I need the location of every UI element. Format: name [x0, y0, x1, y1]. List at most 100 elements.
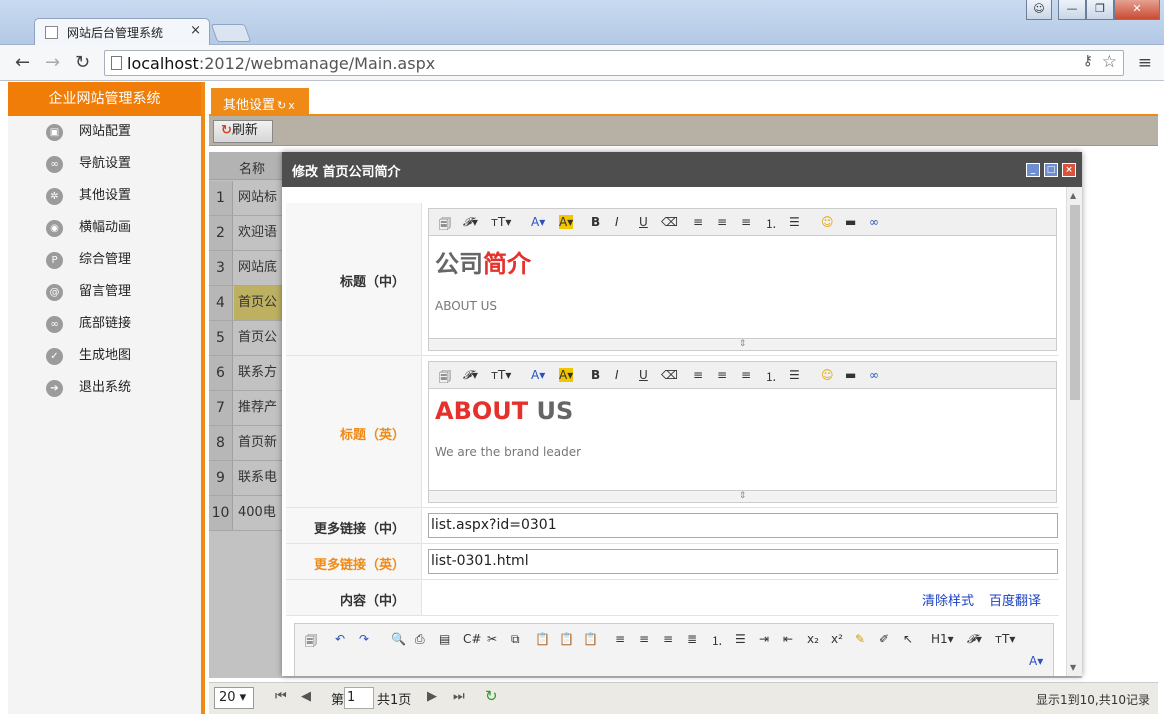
source-icon[interactable]: 🗐	[305, 632, 317, 653]
pointer-icon[interactable]: ↖	[903, 632, 913, 646]
sidebar-item-general[interactable]: P 综合管理	[8, 244, 201, 276]
ordered-list-icon[interactable]: ⒈	[711, 632, 723, 649]
browser-tab[interactable]: 网站后台管理系统 ×	[34, 18, 210, 45]
italic-icon[interactable]: I	[615, 368, 619, 382]
preview-icon[interactable]: 🔍	[391, 632, 406, 646]
align-right-icon[interactable]: ≡	[741, 368, 751, 382]
editor-resize-handle[interactable]: ⇕	[429, 490, 1056, 502]
page-number-input[interactable]: 1	[344, 687, 374, 709]
clear-format-icon[interactable]: ✎	[855, 632, 865, 646]
indent-icon[interactable]: ⇥	[759, 632, 769, 646]
font-size-icon[interactable]: ᴛT▾	[491, 215, 511, 229]
sidebar-item-other-settings[interactable]: ✲ 其他设置	[8, 180, 201, 212]
eraser-icon[interactable]: ⌫	[661, 215, 678, 229]
print-icon[interactable]: ⎙	[415, 632, 425, 647]
back-arrow-icon[interactable]: ←	[15, 52, 30, 73]
highlight-icon[interactable]: A▾	[559, 368, 574, 382]
tab-other-settings[interactable]: 其他设置 ↻ x	[211, 88, 309, 116]
editor-resize-handle[interactable]: ⇕	[429, 338, 1056, 350]
align-left-icon[interactable]: ≡	[615, 632, 625, 646]
sidebar-item-sitemap[interactable]: ✓ 生成地图	[8, 340, 201, 372]
emoticon-icon[interactable]: ☺	[821, 368, 834, 382]
font-color-icon[interactable]: A▾	[531, 368, 545, 382]
copy-icon[interactable]: ⧉	[511, 632, 520, 647]
minimize-button[interactable]: —	[1058, 0, 1086, 20]
font-color-icon[interactable]: A▾	[1029, 654, 1043, 668]
align-left-icon[interactable]: ≡	[693, 368, 703, 382]
eraser-icon[interactable]: ⌫	[661, 368, 678, 382]
ordered-list-icon[interactable]: ⒈	[765, 368, 777, 385]
forward-arrow-icon[interactable]: →	[45, 52, 60, 73]
sidebar-item-site-config[interactable]: ▣ 网站配置	[8, 116, 201, 148]
sidebar-item-logout[interactable]: ➔ 退出系统	[8, 372, 201, 404]
title-cn-editor[interactable]: 🗐 𝓕▾ ᴛT▾ A▾ A▾ B I U ⌫ ≡ ≡ ≡ ⒈ ☰ ☺ ▬ ∞ 公…	[428, 208, 1057, 351]
dialog-close-button[interactable]: ×	[1062, 163, 1076, 177]
unordered-list-icon[interactable]: ☰	[735, 632, 746, 646]
more-cn-input[interactable]: list.aspx?id=0301	[428, 513, 1058, 538]
dialog-scrollbar[interactable]: ▲ ▼	[1066, 187, 1082, 676]
subscript-icon[interactable]: x₂	[807, 632, 819, 646]
underline-icon[interactable]: U	[639, 215, 648, 229]
close-tab-icon[interactable]: ×	[190, 23, 201, 38]
scroll-up-icon[interactable]: ▲	[1070, 191, 1076, 200]
menu-icon[interactable]: ≡	[1138, 53, 1152, 73]
font-family-icon[interactable]: 𝓕▾	[463, 368, 478, 383]
paste-word-icon[interactable]: 📋	[583, 632, 598, 646]
heading-icon[interactable]: H1▾	[931, 632, 954, 646]
close-tab-icon[interactable]: x	[288, 99, 295, 112]
clear-style-link[interactable]: 清除样式	[922, 590, 974, 609]
user-icon[interactable]: ☺	[1026, 0, 1052, 20]
baidu-translate-link[interactable]: 百度翻译	[989, 590, 1041, 609]
align-right-icon[interactable]: ≡	[663, 632, 673, 646]
editor-content[interactable]: 公司简介 ABOUT US	[429, 236, 1056, 338]
sidebar-item-nav-settings[interactable]: ∞ 导航设置	[8, 148, 201, 180]
last-page-icon[interactable]: ⏭	[453, 689, 465, 704]
close-window-button[interactable]: ✕	[1114, 0, 1160, 20]
code-icon[interactable]: C#	[463, 632, 481, 646]
align-right-icon[interactable]: ≡	[741, 215, 751, 229]
paste-text-icon[interactable]: 📋	[559, 632, 574, 646]
sidebar-item-banner[interactable]: ◉ 横幅动画	[8, 212, 201, 244]
font-size-icon[interactable]: ᴛT▾	[491, 368, 511, 382]
italic-icon[interactable]: I	[615, 215, 619, 229]
unordered-list-icon[interactable]: ☰	[789, 215, 800, 229]
image-icon[interactable]: ▬	[845, 215, 856, 229]
reload-grid-icon[interactable]: ↻	[485, 687, 498, 705]
refresh-tab-icon[interactable]: ↻	[277, 99, 286, 112]
underline-icon[interactable]: U	[639, 368, 648, 382]
undo-icon[interactable]: ↶	[335, 632, 345, 646]
refresh-button[interactable]: ↻刷新	[213, 120, 273, 143]
reload-icon[interactable]: ↻	[75, 52, 90, 73]
unordered-list-icon[interactable]: ☰	[789, 368, 800, 382]
prev-page-icon[interactable]: ◀	[301, 689, 311, 704]
scrollbar-thumb[interactable]	[1070, 205, 1080, 400]
more-en-input[interactable]: list-0301.html	[428, 549, 1058, 574]
title-en-editor[interactable]: 🗐 𝓕▾ ᴛT▾ A▾ A▾ B I U ⌫ ≡ ≡ ≡ ⒈ ☰ ☺ ▬ ∞ A…	[428, 361, 1057, 503]
font-family-icon[interactable]: 𝓕▾	[967, 632, 982, 647]
bold-icon[interactable]: B	[591, 368, 600, 382]
font-color-icon[interactable]: A▾	[531, 215, 545, 229]
template-icon[interactable]: ▤	[439, 632, 450, 646]
dialog-maximize-button[interactable]: □	[1044, 163, 1058, 177]
source-icon[interactable]: 🗐	[439, 368, 451, 389]
align-center-icon[interactable]: ≡	[717, 368, 727, 382]
bookmark-star-icon[interactable]: ☆	[1102, 52, 1117, 72]
redo-icon[interactable]: ↷	[359, 632, 369, 646]
address-bar[interactable]: localhost:2012/webmanage/Main.aspx ⚷ ☆	[104, 50, 1124, 76]
image-icon[interactable]: ▬	[845, 368, 856, 382]
link-icon[interactable]: ∞	[869, 368, 879, 382]
key-icon[interactable]: ⚷	[1083, 53, 1093, 69]
next-page-icon[interactable]: ▶	[427, 689, 437, 704]
highlight-icon[interactable]: A▾	[559, 215, 574, 229]
justify-icon[interactable]: ≣	[687, 632, 697, 646]
bold-icon[interactable]: B	[591, 215, 600, 229]
editor-content[interactable]: ABOUT US We are the brand leader	[429, 389, 1056, 490]
font-family-icon[interactable]: 𝓕▾	[463, 215, 478, 230]
select-all-icon[interactable]: ✐	[879, 632, 889, 646]
align-left-icon[interactable]: ≡	[693, 215, 703, 229]
emoticon-icon[interactable]: ☺	[821, 215, 834, 229]
superscript-icon[interactable]: x²	[831, 632, 843, 646]
page-size-select[interactable]: 20 ▾	[214, 687, 254, 709]
maximize-button[interactable]: ❐	[1086, 0, 1114, 20]
dialog-minimize-button[interactable]: _	[1026, 163, 1040, 177]
